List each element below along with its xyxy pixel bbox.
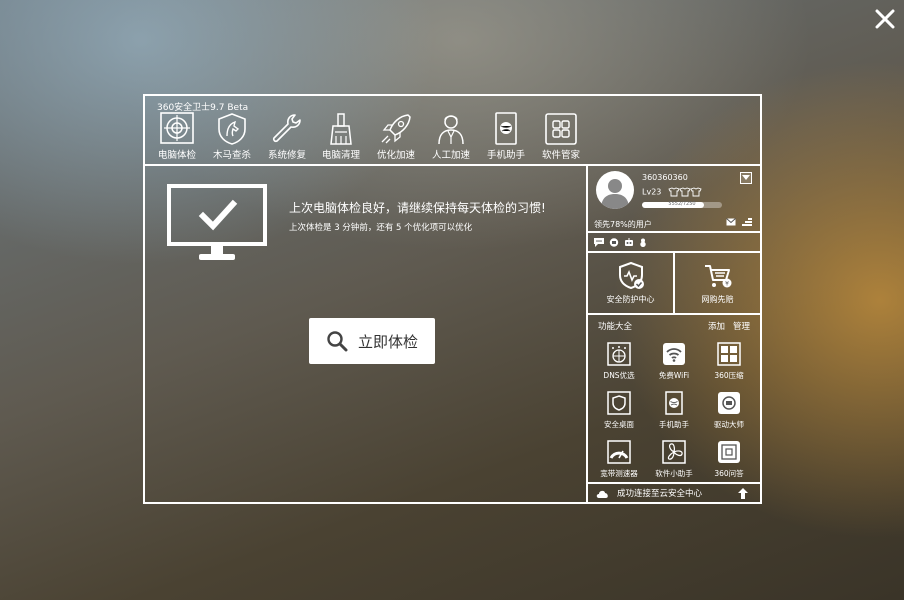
tool-label: 电脑体检: [157, 150, 196, 161]
rocket-icon: [381, 114, 411, 144]
desktop-shield-icon: [607, 391, 631, 415]
close-icon: [875, 9, 895, 29]
dns-icon: [607, 342, 631, 366]
functions-add-link[interactable]: 添加: [708, 320, 725, 332]
xp-progress-bar: 5552/7250: [642, 201, 722, 208]
tile-label: 网购先赔: [701, 295, 734, 304]
function-phone-assistant[interactable]: 手机助手: [646, 391, 702, 437]
function-speed-test[interactable]: 宽带测速器: [591, 440, 647, 486]
tool-label: 木马查杀: [212, 150, 251, 161]
monitor-check-icon: [167, 184, 267, 260]
driver-icon: [718, 392, 740, 414]
level-text: Lv23: [642, 187, 662, 197]
gourd-icon[interactable]: [639, 238, 647, 247]
username: 360360360: [642, 173, 688, 182]
functions-title: 功能大全: [598, 322, 633, 332]
tool-label: 电脑清理: [321, 150, 360, 161]
checkup-status-title: 上次电脑体检良好，请继续保持每天体检的习惯!: [289, 201, 546, 215]
apps-grid-icon: [545, 113, 577, 145]
cloud-status-text: 成功连接至云安全中心: [617, 489, 703, 499]
feature-tiles: 安全防护中心 ¥ 网购先赔: [588, 253, 760, 315]
function-label: 免费WiFi: [658, 371, 690, 380]
xp-progress-text: 5552/7250: [668, 201, 696, 207]
tool-pc-cleanup[interactable]: 电脑清理: [313, 112, 369, 162]
function-label: 软件小助手: [655, 469, 693, 478]
function-label: 安全桌面: [604, 420, 634, 429]
tool-label: 系统修复: [267, 150, 306, 161]
arrow-up-icon[interactable]: [738, 488, 748, 499]
user-level: Lv23: [642, 187, 702, 197]
shield-check-icon: [618, 261, 644, 290]
function-label: 手机助手: [659, 420, 689, 429]
function-software-helper[interactable]: 软件小助手: [646, 440, 702, 486]
main-window: 360安全卫士9.7 Beta 电脑体检 木马查杀 系统修复 电脑清理 优化加速…: [143, 94, 762, 504]
tool-manual-speedup[interactable]: 人工加速: [423, 112, 479, 162]
tool-trojan-scan[interactable]: 木马查杀: [204, 112, 260, 162]
tool-phone-assistant[interactable]: 手机助手: [478, 112, 534, 162]
tool-software-manager[interactable]: 软件管家: [533, 112, 589, 162]
function-free-wifi[interactable]: 免费WiFi: [646, 342, 702, 388]
function-label: 宽带测速器: [600, 469, 638, 478]
function-driver-master[interactable]: 驱动大师: [701, 391, 757, 437]
target-icon: [160, 112, 194, 144]
cloud-icon: [596, 490, 608, 498]
chat-icon[interactable]: [594, 238, 604, 247]
check-now-button[interactable]: 立即体检: [309, 318, 435, 364]
tool-pc-checkup[interactable]: 电脑体检: [149, 112, 205, 162]
person-icon: [438, 115, 464, 145]
svg-text:¥: ¥: [725, 281, 729, 288]
phone-icon: [665, 391, 683, 415]
tool-optimize-speedup[interactable]: 优化加速: [368, 112, 424, 162]
chevron-down-icon: [742, 175, 750, 180]
compress-icon: [717, 342, 741, 366]
tile-label: 安全防护中心: [606, 295, 655, 304]
side-panel: 360360360 Lv23 5552/7250 领先78%的用户 安全防护中心…: [588, 166, 760, 502]
checkup-pane: 上次电脑体检良好，请继续保持每天体检的习惯! 上次体检是 3 分钟前，还有 5 …: [145, 166, 588, 502]
speedometer-icon: [607, 440, 631, 464]
tile-shopping-compensation[interactable]: ¥ 网购先赔: [675, 253, 760, 313]
cloud-status-bar: 成功连接至云安全中心: [588, 482, 760, 502]
broom-icon: [330, 113, 352, 145]
badge-icon[interactable]: [609, 238, 619, 247]
check-now-label: 立即体检: [357, 332, 418, 351]
user-profile: 360360360 Lv23 5552/7250 领先78%的用户: [588, 166, 760, 233]
mail-icon[interactable]: [726, 218, 736, 226]
profile-actions: [726, 218, 752, 226]
menu-icon[interactable]: [742, 218, 752, 226]
tile-security-center[interactable]: 安全防护中心: [588, 253, 673, 313]
function-label: DNS优选: [603, 371, 635, 380]
search-icon: [327, 331, 348, 352]
user-icon: [601, 179, 629, 209]
close-button[interactable]: [872, 6, 898, 32]
robot-icon[interactable]: [624, 238, 634, 247]
tool-label: 手机助手: [486, 150, 525, 161]
function-360-compress[interactable]: 360压缩: [701, 342, 757, 388]
functions-actions: 添加 管理: [708, 320, 750, 332]
tool-label: 优化加速: [376, 150, 415, 161]
toolbar: 360安全卫士9.7 Beta 电脑体检 木马查杀 系统修复 电脑清理 优化加速…: [145, 96, 760, 166]
tool-label: 人工加速: [431, 150, 470, 161]
function-label: 360压缩: [714, 371, 744, 380]
quick-icons-bar: [588, 233, 760, 253]
qa-icon: [718, 441, 740, 463]
function-dns[interactable]: DNS优选: [591, 342, 647, 388]
checkup-status-subtitle: 上次体检是 3 分钟前，还有 5 个优化项可以优化: [289, 223, 473, 233]
tool-label: 软件管家: [541, 150, 580, 161]
phone-icon: [495, 112, 517, 145]
shield-horse-icon: [218, 113, 246, 145]
function-label: 360问答: [714, 469, 744, 478]
fan-icon: [662, 440, 686, 464]
tshirt-badges-icon: [668, 187, 702, 197]
profile-dropdown[interactable]: [740, 172, 752, 184]
user-rank: 领先78%的用户: [594, 220, 652, 229]
function-label: 驱动大师: [714, 420, 744, 429]
functions-manage-link[interactable]: 管理: [733, 320, 750, 332]
wifi-icon: [663, 343, 685, 365]
function-360-qa[interactable]: 360问答: [701, 440, 757, 486]
cart-icon: ¥: [704, 265, 731, 288]
tool-system-repair[interactable]: 系统修复: [259, 112, 315, 162]
wrench-icon: [272, 114, 301, 143]
avatar[interactable]: [596, 171, 634, 209]
function-safe-desktop[interactable]: 安全桌面: [591, 391, 647, 437]
